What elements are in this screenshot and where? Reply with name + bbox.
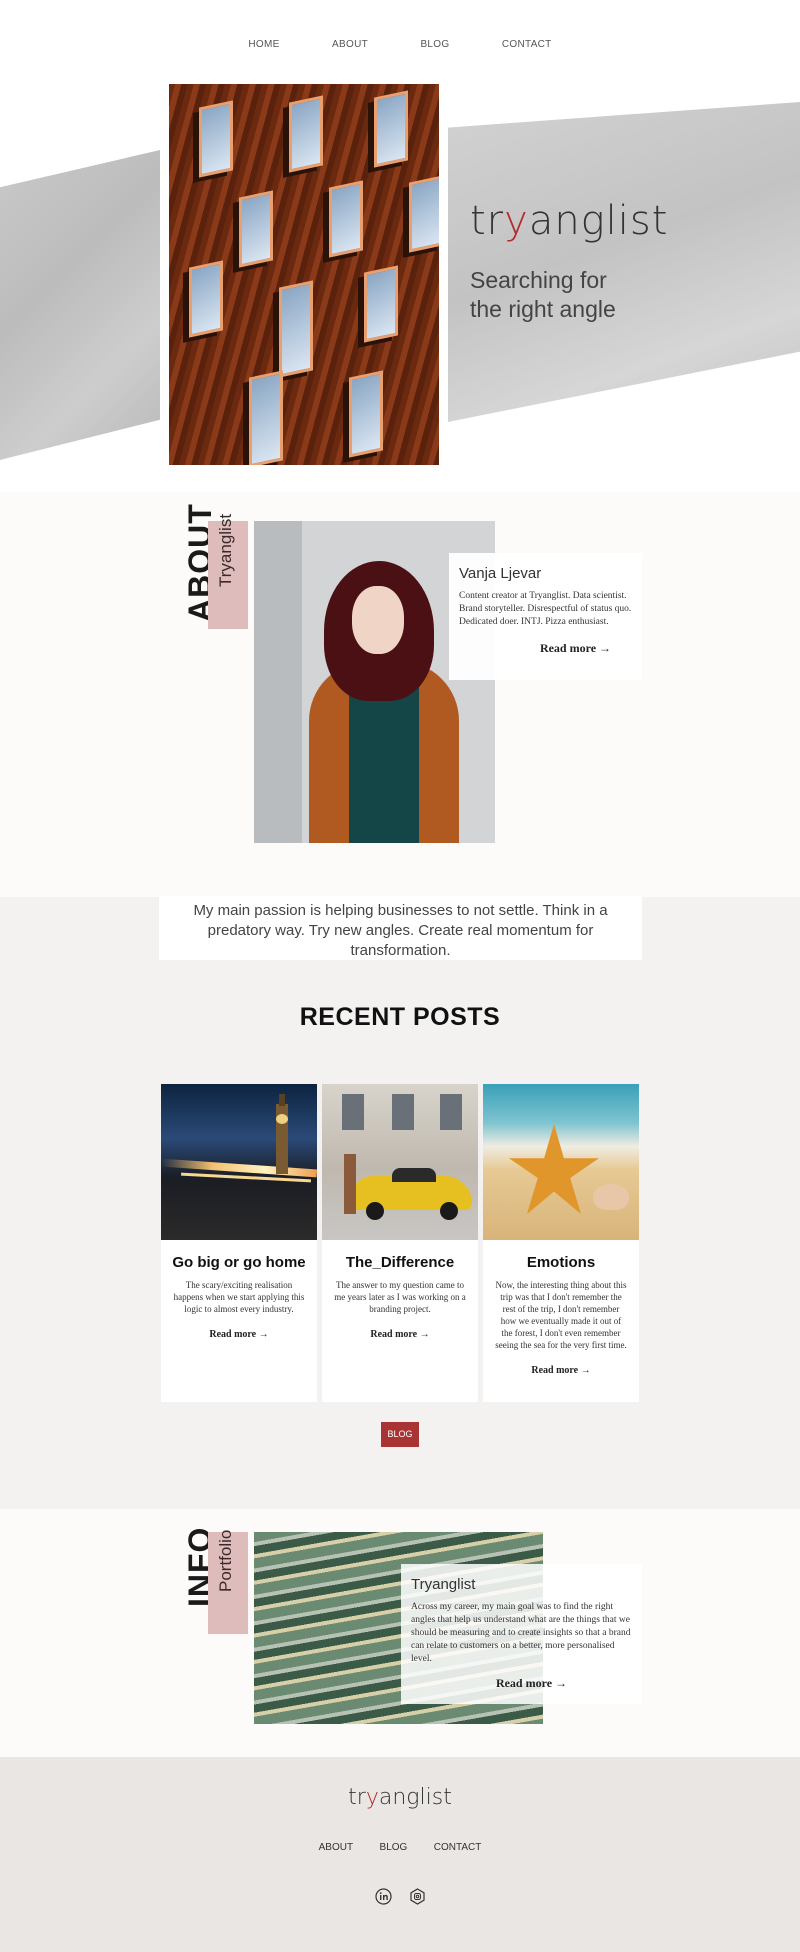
nav-home[interactable]: HOME xyxy=(248,39,279,50)
footer-nav-about[interactable]: ABOUT xyxy=(319,1842,353,1853)
footer-logo[interactable]: tryanglist xyxy=(0,1785,800,1810)
recent-posts-title: RECENT POSTS xyxy=(299,1003,501,1031)
post-image-starfish xyxy=(483,1084,639,1240)
post-title[interactable]: Go big or go home xyxy=(161,1254,317,1271)
about-read-more-link[interactable]: Read more → xyxy=(519,641,632,656)
footer-nav-blog[interactable]: BLOG xyxy=(380,1842,408,1853)
concrete-slab-right xyxy=(448,102,800,422)
about-card: Vanja Ljevar Content creator at Tryangli… xyxy=(449,553,642,680)
post-card[interactable]: Emotions Now, the interesting thing abou… xyxy=(483,1084,639,1402)
about-tab-label: Tryanglist xyxy=(216,513,235,587)
instagram-icon[interactable] xyxy=(409,1888,426,1905)
info-card: Tryanglist Across my career, my main goa… xyxy=(401,1564,642,1704)
passion-statement: My main passion is helping businesses to… xyxy=(159,896,642,960)
about-tab: Tryanglist xyxy=(208,514,248,629)
info-tab-label: Portfolio xyxy=(216,1529,235,1592)
post-read-more-link[interactable]: Read more → xyxy=(161,1329,317,1340)
post-excerpt: The answer to my question came to me yea… xyxy=(334,1280,466,1314)
hero-section: tryanglist Searching for the right angle xyxy=(0,80,800,480)
blog-button[interactable]: BLOG xyxy=(381,1422,419,1447)
top-nav: HOME ABOUT BLOG CONTACT xyxy=(0,34,800,52)
about-name: Vanja Ljevar xyxy=(459,565,542,582)
post-card[interactable]: The_Difference The answer to my question… xyxy=(322,1084,478,1402)
hero-building-image xyxy=(169,84,439,465)
post-read-more-link[interactable]: Read more → xyxy=(322,1329,478,1340)
post-title[interactable]: Emotions xyxy=(483,1254,639,1271)
footer: tryanglist ABOUT BLOG CONTACT xyxy=(0,1757,800,1952)
footer-nav-contact[interactable]: CONTACT xyxy=(434,1842,482,1853)
post-image-yellow-car xyxy=(322,1084,478,1240)
hero-tagline: Searching for the right angle xyxy=(470,267,616,322)
info-description: Across my career, my main goal was to fi… xyxy=(411,1602,631,1664)
info-tab: Portfolio xyxy=(208,1529,248,1634)
concrete-slab-left xyxy=(0,150,160,460)
nav-blog[interactable]: BLOG xyxy=(420,39,449,50)
post-read-more-link[interactable]: Read more → xyxy=(483,1365,639,1376)
about-description: Content creator at Tryanglist. Data scie… xyxy=(459,591,632,627)
nav-about[interactable]: ABOUT xyxy=(332,39,368,50)
post-image-london xyxy=(161,1084,317,1240)
info-name: Tryanglist xyxy=(411,1576,476,1593)
social-links xyxy=(375,1888,427,1908)
post-title[interactable]: The_Difference xyxy=(322,1254,478,1271)
post-excerpt: The scary/exciting realisation happens w… xyxy=(173,1280,305,1314)
info-read-more-link[interactable]: Read more → xyxy=(431,1676,632,1691)
linkedin-icon[interactable] xyxy=(375,1888,392,1905)
post-card[interactable]: Go big or go home The scary/exciting rea… xyxy=(161,1084,317,1402)
post-excerpt: Now, the interesting thing about this tr… xyxy=(495,1280,627,1350)
nav-contact[interactable]: CONTACT xyxy=(502,39,552,50)
footer-nav: ABOUT BLOG CONTACT xyxy=(0,1837,800,1855)
hero-logo: tryanglist xyxy=(470,198,669,244)
